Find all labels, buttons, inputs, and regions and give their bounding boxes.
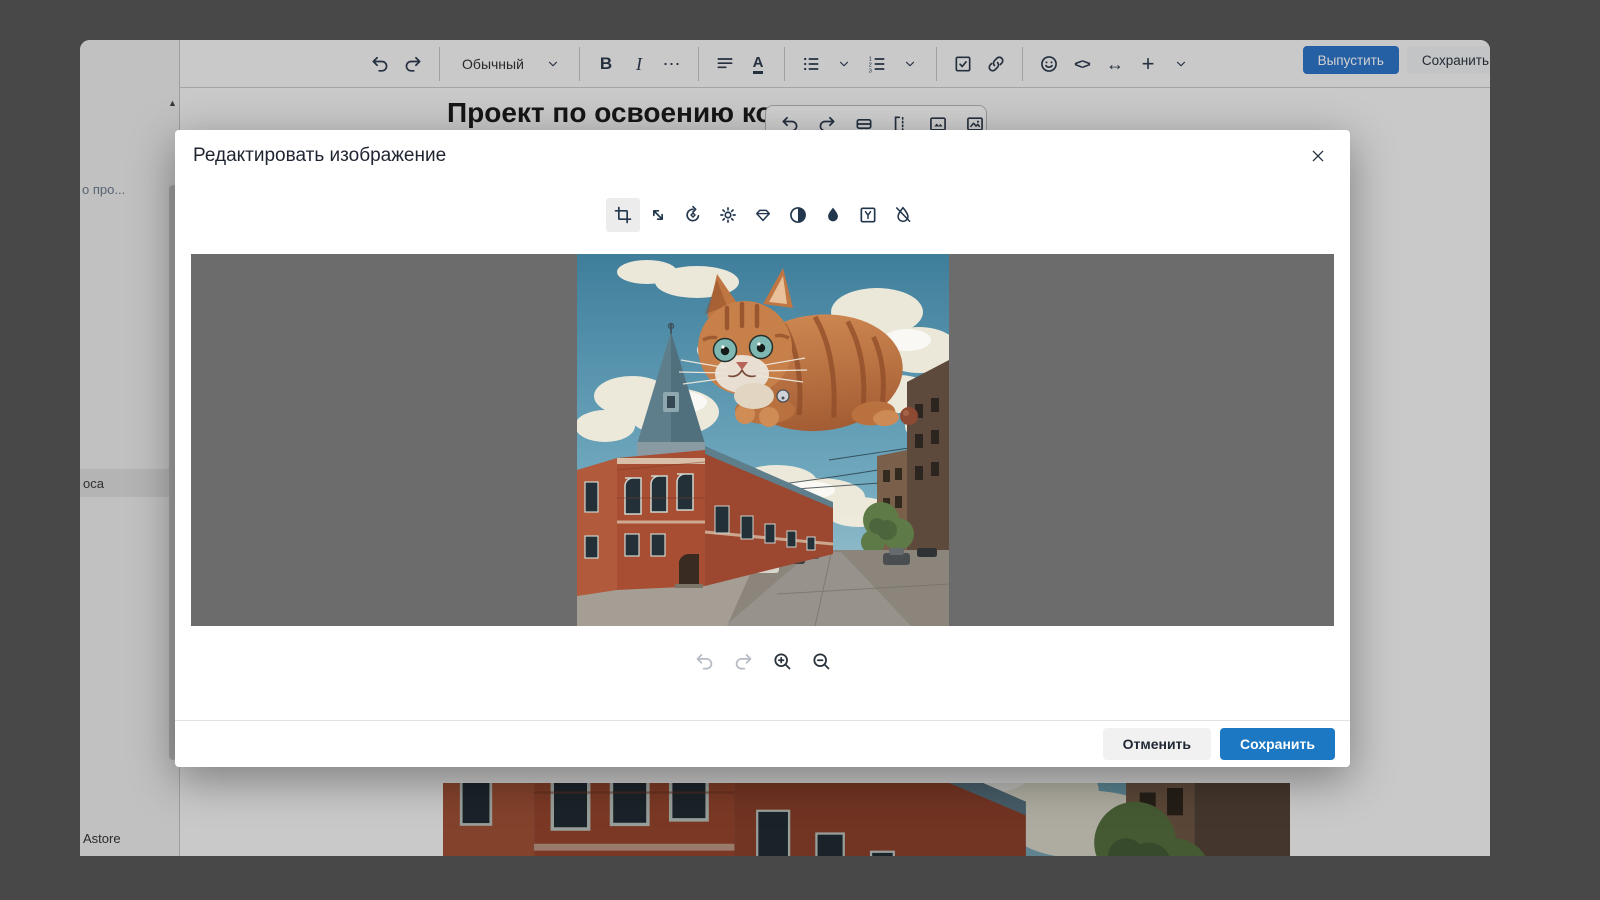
- edited-image: [577, 254, 949, 626]
- blur-off-tool-button[interactable]: [886, 198, 920, 232]
- contrast-tool-button[interactable]: [781, 198, 815, 232]
- dialog-title: Редактировать изображение: [193, 145, 446, 167]
- edit-image-dialog: Редактировать изображение Отменить Сохра…: [175, 130, 1350, 767]
- close-icon[interactable]: [1304, 142, 1332, 170]
- saturation-tool-button[interactable]: [816, 198, 850, 232]
- canvas-controls: [175, 648, 1350, 674]
- cancel-button[interactable]: Отменить: [1103, 728, 1211, 760]
- image-edit-toolbar: [175, 198, 1350, 232]
- gamma-tool-button[interactable]: [851, 198, 885, 232]
- image-edit-canvas[interactable]: [191, 254, 1334, 626]
- zoom-in-button[interactable]: [769, 648, 795, 674]
- dialog-footer: Отменить Сохранить: [175, 720, 1350, 767]
- crop-tool-button[interactable]: [606, 198, 640, 232]
- sharpen-tool-button[interactable]: [746, 198, 780, 232]
- rotate-tool-button[interactable]: [676, 198, 710, 232]
- resize-tool-button[interactable]: [641, 198, 675, 232]
- edit-undo-button[interactable]: [691, 648, 717, 674]
- save-button[interactable]: Сохранить: [1220, 728, 1335, 760]
- brightness-tool-button[interactable]: [711, 198, 745, 232]
- edit-redo-button[interactable]: [730, 648, 756, 674]
- zoom-out-button[interactable]: [808, 648, 834, 674]
